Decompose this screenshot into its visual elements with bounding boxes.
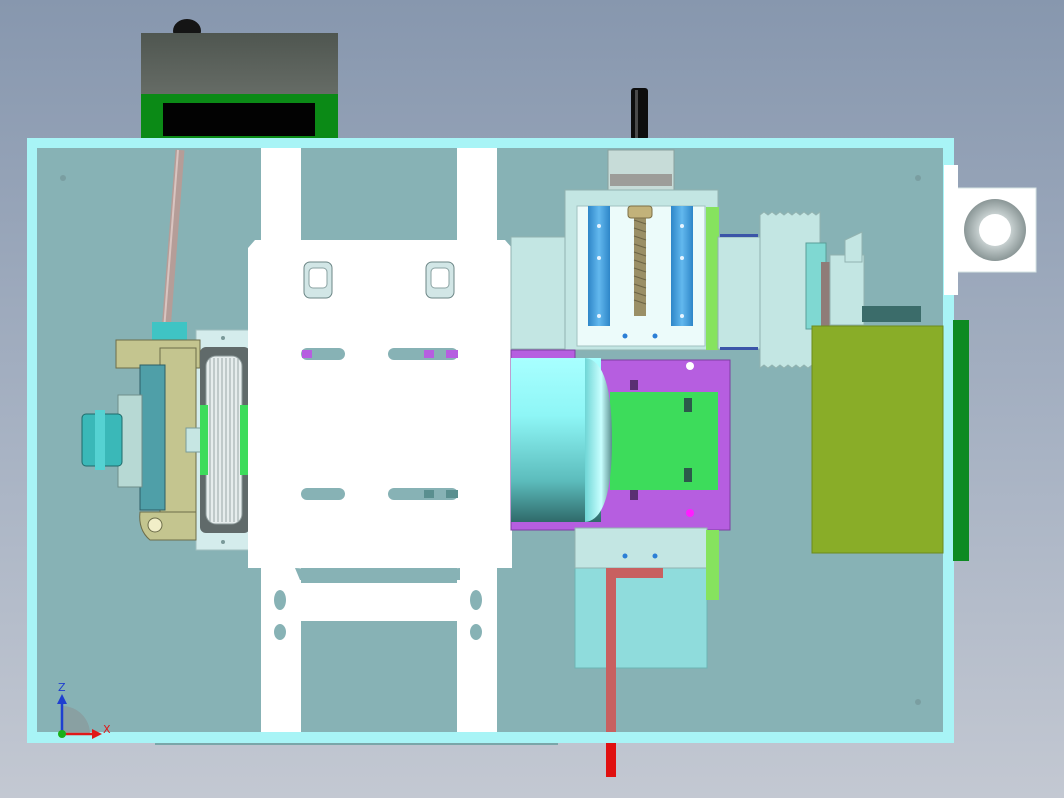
rail-slot-4 [470,624,482,640]
lead-screw-head [627,205,653,219]
lime-strip-upper [706,207,719,350]
guide-dot-6 [680,314,684,318]
guide-dot-2 [597,256,601,260]
pulley-grooves [205,355,243,525]
panel-screw-tr [915,175,921,181]
cad-viewport[interactable]: Z X [0,0,1064,798]
connector-dark-wedge [862,306,921,322]
right-bracket[interactable] [944,165,1037,295]
panel-screw-tl [60,175,66,181]
top-lever[interactable] [631,88,648,140]
x-axis-label: X [103,723,111,736]
y-axis-origin-dot [58,730,66,738]
connector-cap [829,254,865,326]
top-housing-window [163,103,315,136]
guide-dot-1 [597,224,601,228]
white-crossbar [261,583,497,621]
housing-slot-2 [630,490,638,500]
housing-slot-1 [630,380,638,390]
top-housing-body [141,33,338,95]
rail-slot-3 [470,590,482,610]
motor[interactable] [511,358,612,522]
lower-dot-2 [652,553,658,559]
guide-dot-5 [680,256,684,260]
olive-control-box[interactable] [811,325,944,554]
coupling-screw-1 [221,336,225,340]
coupling-arm [139,364,166,511]
guide-dot-3 [597,314,601,318]
lower-carriage-top [574,527,708,569]
green-block-notch-1 [684,398,692,412]
right-green-rail [953,320,969,561]
rail-slot-1 [274,590,286,610]
carriage-dot-2 [652,333,658,339]
lime-strip-lower [706,530,719,600]
top-housing[interactable] [141,19,338,138]
lever-highlight [635,90,638,138]
mounting-plate[interactable] [248,240,512,580]
housing-bolt-1 [686,362,694,370]
guide-dot-4 [680,224,684,228]
lever-handle [631,88,648,140]
connector-blue-edge [720,234,758,237]
z-axis-label: Z [58,681,66,694]
coupling-foot-hole [147,517,163,533]
carriage-top-cap-band [610,174,672,186]
bracket-tab [944,165,958,295]
washer-hole [979,214,1011,246]
mounting-plate-body [248,240,512,568]
feed-rod-collar [152,322,187,340]
red-rod-bottom [606,743,616,777]
rail-slot-2 [274,624,286,640]
green-block [610,392,718,490]
connector-blue-edge-2 [720,347,758,350]
clamp-right [425,261,455,299]
coupling-hub-ring [95,410,105,470]
lower-dot-1 [622,553,628,559]
panel-screw-br [915,699,921,705]
carriage-dot-1 [622,333,628,339]
clamp-left [303,261,333,299]
green-block-notch-2 [684,468,692,482]
housing-bolt-2 [686,509,694,517]
connector-body [717,236,764,350]
coupling-screw-2 [221,540,225,544]
pulley-core-green [200,405,208,475]
